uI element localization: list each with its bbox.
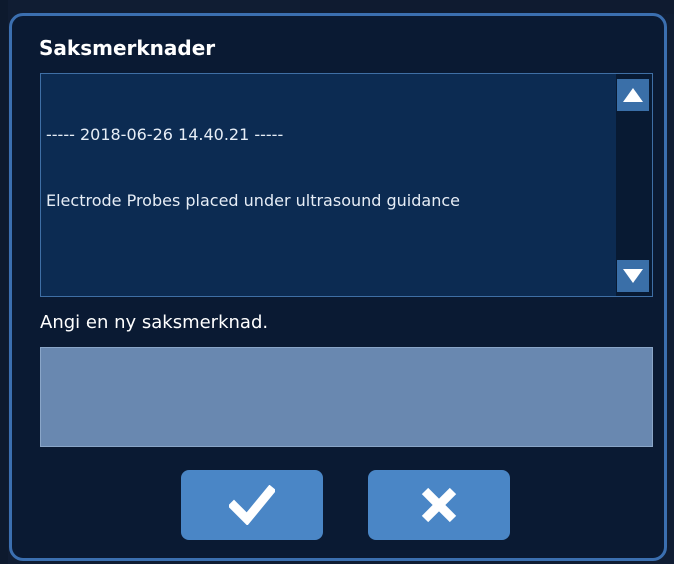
new-note-input[interactable] (40, 347, 653, 447)
triangle-up-icon (623, 88, 643, 102)
case-notes-dialog: Saksmerknader ----- 2018-06-26 14.40.21 … (9, 13, 667, 561)
background-header-strip (300, 0, 674, 14)
notes-log-panel: ----- 2018-06-26 14.40.21 ----- Electrod… (40, 73, 653, 297)
confirm-button[interactable] (181, 470, 323, 540)
close-x-icon (421, 487, 457, 523)
scroll-up-button[interactable] (617, 79, 649, 111)
new-note-label: Angi en ny saksmerknad. (40, 312, 269, 333)
log-entry-header: ----- 2018-06-26 14.40.21 ----- (46, 125, 284, 144)
checkmark-icon (229, 485, 275, 525)
scroll-down-button[interactable] (617, 260, 649, 292)
triangle-down-icon (623, 269, 643, 283)
cancel-button[interactable] (368, 470, 510, 540)
notes-log-text: ----- 2018-06-26 14.40.21 ----- Electrod… (46, 80, 611, 256)
log-entry-text: Electrode Probes placed under ultrasound… (46, 191, 460, 210)
background-left-edge (0, 0, 8, 564)
dialog-title: Saksmerknader (39, 36, 216, 60)
log-scrollbar[interactable] (616, 74, 652, 296)
